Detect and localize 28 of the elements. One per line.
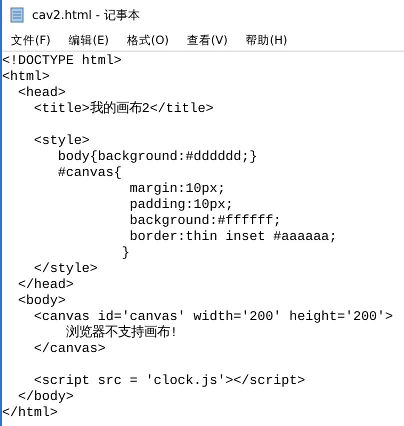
code-line: <style> (32, 133, 91, 149)
window-title: cav2.html - 记事本 (32, 6, 140, 24)
code-line: body{background:#dddddd;} (56, 149, 258, 165)
code-line: </canvas> (32, 341, 107, 357)
code-line: </body> (16, 389, 75, 405)
code-line: <canvas id='canvas' width='200' height='200'> (32, 309, 394, 324)
code-line: <title>我的画布2</title> (32, 101, 215, 117)
code-line: <head> (16, 85, 67, 101)
code-line: background:#ffffff; (128, 213, 282, 229)
code-line: </head> (16, 277, 75, 293)
menu-item[interactable]: 编辑(E) (64, 32, 114, 48)
menu-item[interactable]: 查看(V) (182, 32, 233, 48)
code-line: #canvas{ (56, 165, 123, 181)
notepad-icon (10, 7, 24, 23)
code-line: 浏览器不支持画布! (64, 325, 179, 341)
code-line: <body> (16, 293, 67, 309)
code-line: } (120, 245, 131, 261)
code-line: </html> (2, 405, 59, 421)
menu-item[interactable]: 格式(O) (122, 32, 174, 48)
code-line: </style> (32, 261, 99, 277)
code-line: padding:10px; (128, 197, 234, 213)
menu-item[interactable]: 文件(F) (6, 32, 56, 48)
code-line: <html> (2, 69, 51, 85)
menu-item[interactable]: 帮助(H) (240, 32, 292, 48)
code-line: border:thin inset #aaaaaa; (128, 229, 338, 245)
code-line: margin:10px; (128, 181, 226, 197)
code-line: <script src = 'clock.js'></script> (32, 373, 306, 389)
code-line: <!DOCTYPE html> (2, 53, 123, 69)
